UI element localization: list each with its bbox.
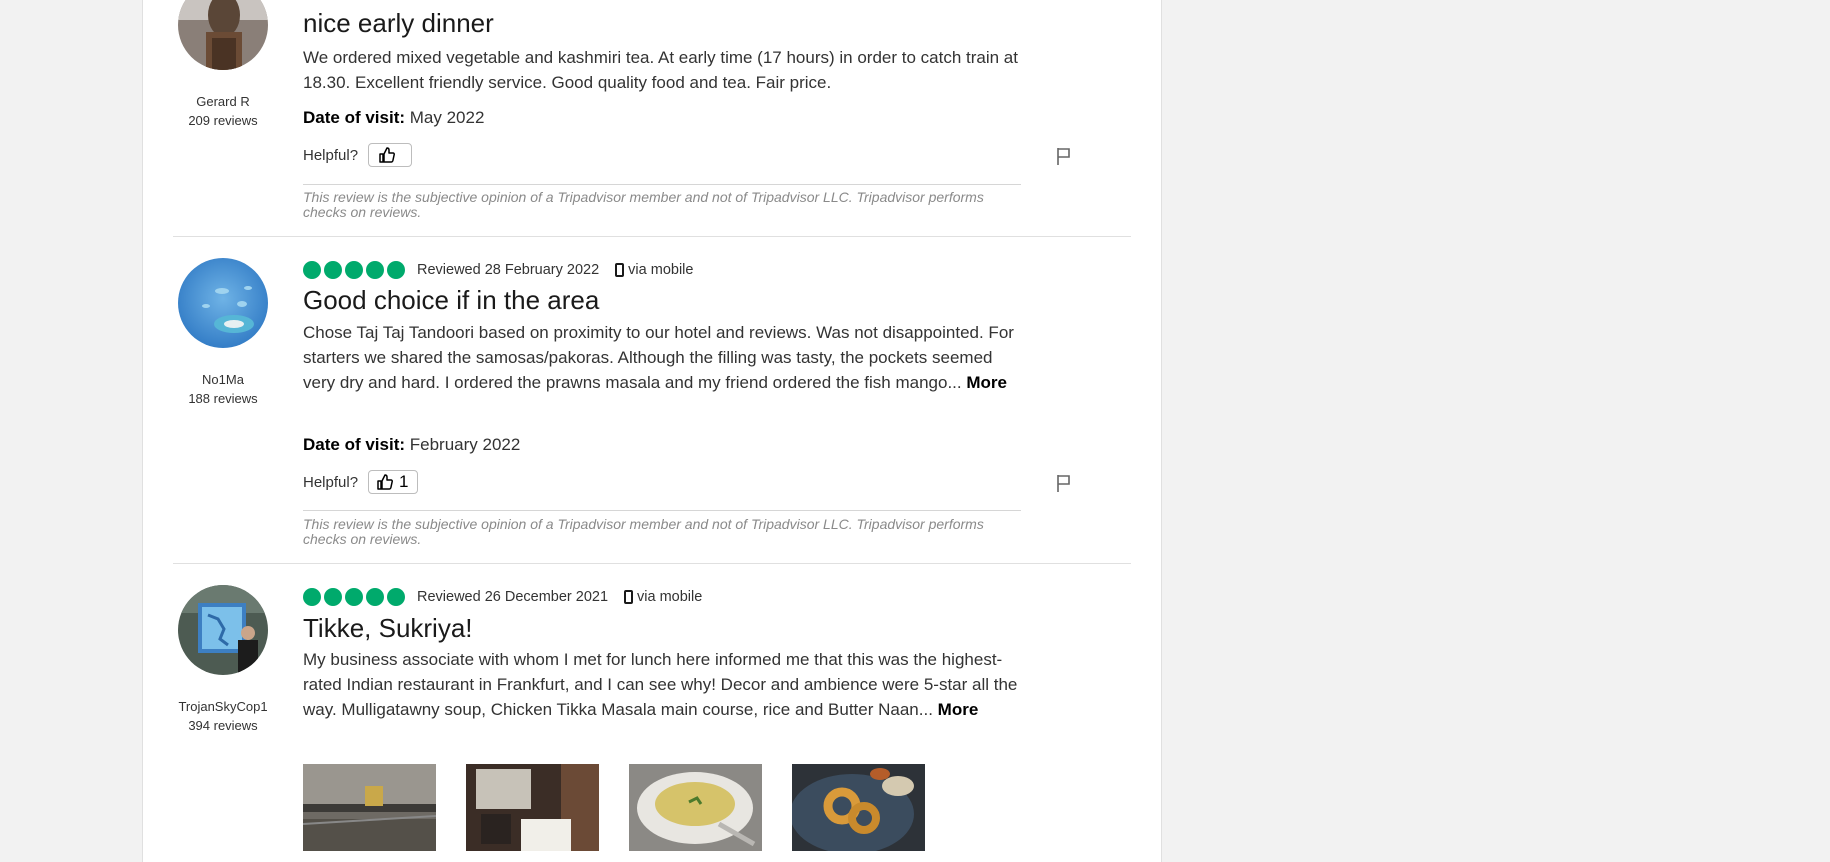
rating-bubble bbox=[324, 261, 342, 279]
rating-bubbles bbox=[303, 261, 405, 279]
helpful-count: 1 bbox=[399, 472, 409, 491]
rating-bubble bbox=[303, 261, 321, 279]
rating-bubbles bbox=[303, 588, 405, 606]
rating-bubble bbox=[366, 588, 384, 606]
review-photo[interactable] bbox=[466, 764, 599, 851]
review-text: My business associate with whom I met fo… bbox=[303, 650, 1018, 719]
disclaimer-divider bbox=[303, 510, 1021, 511]
rating-bubble bbox=[387, 588, 405, 606]
review-divider bbox=[173, 236, 1131, 237]
user-review-count: 209 reviews bbox=[188, 113, 258, 128]
review-text: We ordered mixed vegetable and kashmiri … bbox=[303, 48, 1018, 92]
more-link[interactable]: More bbox=[966, 373, 1007, 392]
helpful-button[interactable]: 1 bbox=[368, 470, 418, 494]
review-meta: Reviewed 28 February 2022 via mobile bbox=[303, 259, 693, 281]
username[interactable]: No1Ma bbox=[143, 372, 303, 387]
review-photos bbox=[303, 764, 925, 851]
helpful-row: Helpful? bbox=[303, 143, 413, 167]
mobile-phone-icon bbox=[624, 590, 634, 604]
flag-icon[interactable] bbox=[1055, 146, 1073, 166]
date-of-visit-value: May 2022 bbox=[409, 108, 485, 127]
rating-bubble bbox=[366, 261, 384, 279]
rating-bubble bbox=[345, 261, 363, 279]
review-body: We ordered mixed vegetable and kashmiri … bbox=[303, 45, 1023, 95]
date-of-visit-label: Date of visit: bbox=[303, 108, 406, 127]
rating-bubble bbox=[345, 588, 363, 606]
mobile-phone-icon bbox=[615, 263, 625, 277]
date-of-visit: Date of visit: May 2022 bbox=[303, 108, 484, 128]
helpful-row: Helpful? 1 bbox=[303, 470, 418, 494]
review-disclaimer: This review is the subjective opinion of… bbox=[303, 189, 984, 220]
review-disclaimer: This review is the subjective opinion of… bbox=[303, 516, 984, 547]
rating-bubble bbox=[303, 588, 321, 606]
review-title[interactable]: nice early dinner bbox=[303, 8, 494, 39]
review-meta: Reviewed 26 December 2021 via mobile bbox=[303, 586, 702, 608]
via-mobile: via mobile bbox=[628, 262, 694, 278]
more-link[interactable]: More bbox=[938, 700, 979, 719]
review-body: Chose Taj Taj Tandoori based on proximit… bbox=[303, 320, 1023, 395]
username[interactable]: TrojanSkyCop1 bbox=[143, 699, 303, 714]
flag-icon[interactable] bbox=[1055, 473, 1073, 493]
user-avatar[interactable] bbox=[178, 0, 268, 70]
helpful-label: Helpful? bbox=[303, 473, 359, 491]
disclaimer-divider bbox=[303, 184, 1021, 185]
review-photo[interactable] bbox=[792, 764, 925, 851]
review-date: Reviewed 28 February 2022 bbox=[417, 262, 600, 278]
date-of-visit: Date of visit: February 2022 bbox=[303, 435, 520, 455]
user-review-count: 188 reviews bbox=[188, 391, 258, 406]
reviews-panel: Gerard R 209 reviews nice early dinner W… bbox=[142, 0, 1162, 862]
user-review-count: 394 reviews bbox=[188, 718, 258, 733]
thumbs-up-icon bbox=[377, 474, 394, 490]
review-photo[interactable] bbox=[303, 764, 436, 851]
review-title[interactable]: Tikke, Sukriya! bbox=[303, 613, 473, 644]
helpful-button[interactable] bbox=[368, 143, 413, 167]
user-avatar[interactable] bbox=[178, 258, 268, 348]
rating-bubble bbox=[324, 588, 342, 606]
via-mobile: via mobile bbox=[637, 589, 703, 605]
date-of-visit-value: February 2022 bbox=[409, 435, 521, 454]
username[interactable]: Gerard R bbox=[143, 94, 303, 109]
review-title[interactable]: Good choice if in the area bbox=[303, 285, 599, 316]
review-date: Reviewed 26 December 2021 bbox=[417, 589, 609, 605]
review-photo[interactable] bbox=[629, 764, 762, 851]
review-divider bbox=[173, 563, 1131, 564]
rating-bubble bbox=[387, 261, 405, 279]
review-text: Chose Taj Taj Tandoori based on proximit… bbox=[303, 323, 1014, 392]
user-avatar[interactable] bbox=[178, 585, 268, 675]
review-body: My business associate with whom I met fo… bbox=[303, 647, 1023, 722]
helpful-label: Helpful? bbox=[303, 146, 359, 164]
thumbs-up-icon bbox=[379, 147, 396, 163]
date-of-visit-label: Date of visit: bbox=[303, 435, 406, 454]
